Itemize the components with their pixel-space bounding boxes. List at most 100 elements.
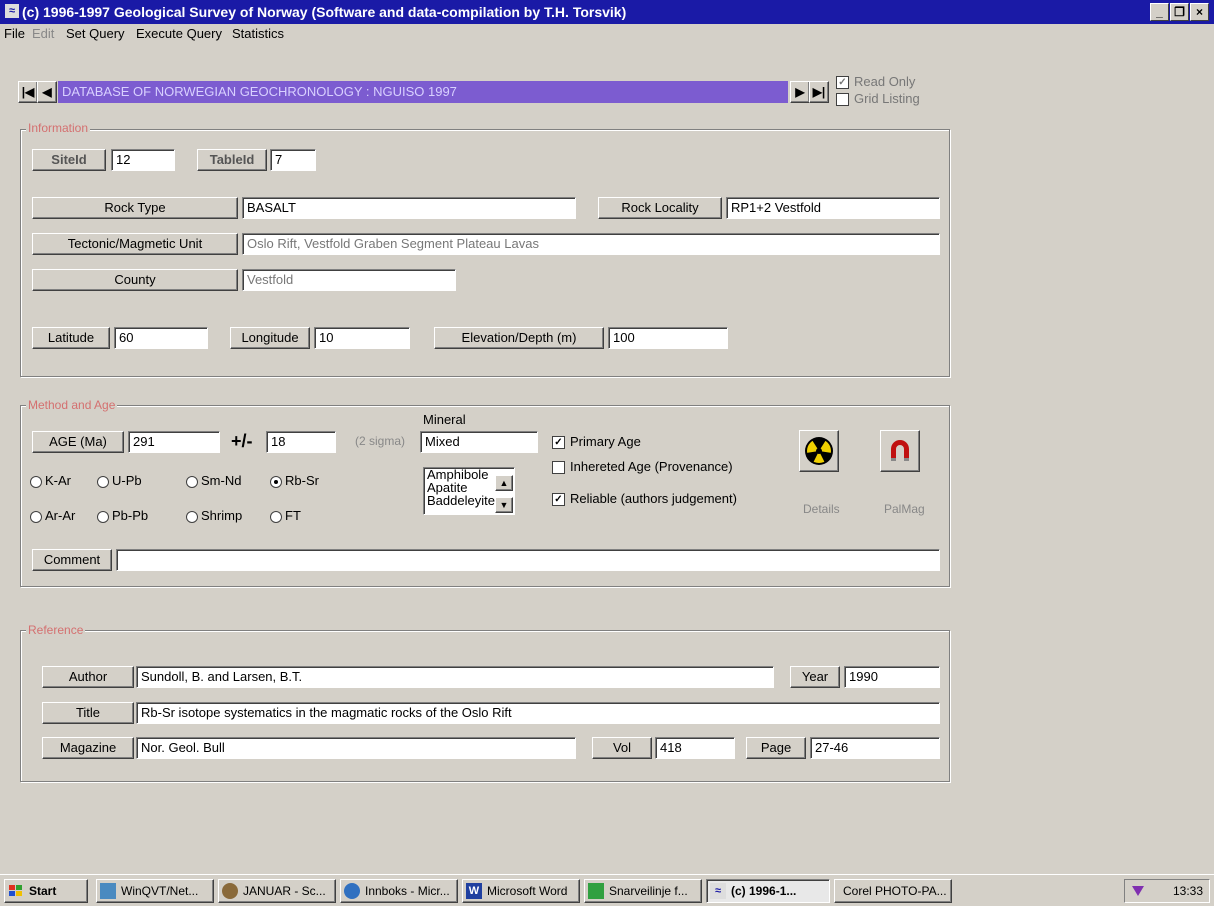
- age-field[interactable]: 291: [128, 431, 220, 453]
- menu-bar: File Edit Set Query Execute Query Statis…: [0, 24, 1214, 44]
- system-tray: 13:33: [1124, 879, 1210, 903]
- mineral-label: Mineral: [423, 412, 466, 427]
- maximize-button[interactable]: ❐: [1170, 3, 1189, 21]
- inbox-icon: [344, 883, 360, 899]
- radio-ft[interactable]: FT: [270, 508, 301, 523]
- elevation-field[interactable]: 100: [608, 327, 728, 349]
- page-button[interactable]: Page: [746, 737, 806, 759]
- mineral-field[interactable]: Mixed: [420, 431, 538, 453]
- details-button[interactable]: [799, 430, 839, 472]
- close-button[interactable]: ×: [1190, 3, 1209, 21]
- age-button[interactable]: AGE (Ma): [32, 431, 124, 453]
- year-field[interactable]: 1990: [844, 666, 940, 688]
- radio-dot: [186, 475, 198, 488]
- taskbar-item[interactable]: WinQVT/Net...: [96, 879, 214, 903]
- menu-statistics[interactable]: Statistics: [232, 26, 284, 41]
- tray-app-icon[interactable]: [1131, 884, 1145, 898]
- first-record-button[interactable]: |◀: [18, 81, 38, 103]
- window-title: (c) 1996-1997 Geological Survey of Norwa…: [22, 4, 627, 20]
- page-field[interactable]: 27-46: [810, 737, 940, 759]
- county-field[interactable]: Vestfold: [242, 269, 456, 291]
- county-button[interactable]: County: [32, 269, 238, 291]
- menu-edit[interactable]: Edit: [32, 26, 54, 41]
- radio-dot: [30, 510, 42, 523]
- site-id-field[interactable]: 12: [111, 149, 175, 171]
- table-id-label: TableId: [197, 149, 267, 171]
- plus-minus-label: +/-: [231, 431, 253, 451]
- latitude-button[interactable]: Latitude: [32, 327, 110, 349]
- year-button[interactable]: Year: [790, 666, 840, 688]
- scroll-up-icon[interactable]: ▲: [495, 475, 513, 491]
- next-record-button[interactable]: ▶: [790, 81, 810, 103]
- menu-execute-query[interactable]: Execute Query: [136, 26, 222, 41]
- vol-field[interactable]: 418: [655, 737, 735, 759]
- minimize-button[interactable]: _: [1150, 3, 1169, 21]
- taskbar-item-active[interactable]: ≈ (c) 1996-1...: [706, 879, 830, 903]
- taskbar-item[interactable]: Corel PHOTO-PA...: [834, 879, 952, 903]
- magazine-field[interactable]: Nor. Geol. Bull: [136, 737, 576, 759]
- prev-record-button[interactable]: ◀: [37, 81, 57, 103]
- scroll-down-icon[interactable]: ▼: [495, 497, 513, 513]
- author-button[interactable]: Author: [42, 666, 134, 688]
- taskbar-item[interactable]: W Microsoft Word: [462, 879, 580, 903]
- palmag-button[interactable]: [880, 430, 920, 472]
- taskbar: Start WinQVT/Net... JANUAR - Sc... Innbo…: [0, 874, 1214, 906]
- radio-rb-sr[interactable]: Rb-Sr: [270, 473, 319, 488]
- longitude-field[interactable]: 10: [314, 327, 410, 349]
- longitude-button[interactable]: Longitude: [230, 327, 310, 349]
- grid-listing-check: [836, 93, 849, 107]
- title-field[interactable]: Rb-Sr isotope systematics in the magmati…: [136, 702, 940, 724]
- taskbar-item[interactable]: Snarveilinje f...: [584, 879, 702, 903]
- last-record-button[interactable]: ▶|: [809, 81, 829, 103]
- elevation-button[interactable]: Elevation/Depth (m): [434, 327, 604, 349]
- taskbar-item[interactable]: JANUAR - Sc...: [218, 879, 336, 903]
- radio-k-ar[interactable]: K-Ar: [30, 473, 71, 488]
- title-button[interactable]: Title: [42, 702, 134, 724]
- radio-dot: [30, 475, 42, 488]
- primary-age-checkbox[interactable]: ✓ Primary Age: [552, 434, 641, 450]
- read-only-checkbox[interactable]: ✓ Read Only: [836, 74, 915, 90]
- rock-type-button[interactable]: Rock Type: [32, 197, 238, 219]
- record-navigator: |◀ ◀ DATABASE OF NORWEGIAN GEOCHRONOLOGY…: [18, 81, 829, 103]
- radio-pb-pb[interactable]: Pb-Pb: [97, 508, 148, 523]
- magnet-icon: [891, 440, 909, 461]
- primary-age-check: ✓: [552, 436, 565, 450]
- menu-set-query[interactable]: Set Query: [66, 26, 125, 41]
- comment-button[interactable]: Comment: [32, 549, 112, 571]
- taskbar-item[interactable]: Innboks - Micr...: [340, 879, 458, 903]
- radio-dot: [97, 475, 109, 488]
- rock-locality-button[interactable]: Rock Locality: [598, 197, 722, 219]
- latitude-field[interactable]: 60: [114, 327, 208, 349]
- radio-ar-ar[interactable]: Ar-Ar: [30, 508, 75, 523]
- radio-dot-selected: [270, 475, 282, 488]
- tectonic-unit-button[interactable]: Tectonic/Magmetic Unit: [32, 233, 238, 255]
- mineral-listbox[interactable]: Amphibole Apatite Baddeleyite ▲ ▼: [423, 467, 515, 515]
- sigma-label: (2 sigma): [355, 434, 406, 448]
- inherited-age-check: [552, 461, 565, 475]
- reliable-checkbox[interactable]: ✓ Reliable (authors judgement): [552, 491, 737, 507]
- terminal-icon: [100, 883, 116, 899]
- menu-file[interactable]: File: [4, 26, 25, 41]
- method-age-group-label: Method and Age: [26, 398, 118, 412]
- radio-u-pb[interactable]: U-Pb: [97, 473, 142, 488]
- rock-type-field[interactable]: BASALT: [242, 197, 576, 219]
- app-icon: ≈: [5, 4, 19, 18]
- rock-locality-field[interactable]: RP1+2 Vestfold: [726, 197, 940, 219]
- author-field[interactable]: Sundoll, B. and Larsen, B.T.: [136, 666, 774, 688]
- start-button[interactable]: Start: [4, 879, 88, 903]
- comment-field[interactable]: [116, 549, 940, 571]
- read-only-check: ✓: [836, 76, 849, 90]
- radio-sm-nd[interactable]: Sm-Nd: [186, 473, 241, 488]
- table-id-field[interactable]: 7: [270, 149, 316, 171]
- radio-dot: [270, 510, 282, 523]
- vol-button[interactable]: Vol: [592, 737, 652, 759]
- radio-shrimp[interactable]: Shrimp: [186, 508, 242, 523]
- radio-dot: [97, 510, 109, 523]
- tectonic-unit-field[interactable]: Oslo Rift, Vestfold Graben Segment Plate…: [242, 233, 940, 255]
- magazine-button[interactable]: Magazine: [42, 737, 134, 759]
- database-title: DATABASE OF NORWEGIAN GEOCHRONOLOGY : NG…: [58, 81, 788, 103]
- grid-listing-checkbox[interactable]: Grid Listing: [836, 91, 920, 107]
- inherited-age-checkbox[interactable]: Inhereted Age (Provenance): [552, 459, 733, 475]
- shortcut-bar-icon: [588, 883, 604, 899]
- error-field[interactable]: 18: [266, 431, 336, 453]
